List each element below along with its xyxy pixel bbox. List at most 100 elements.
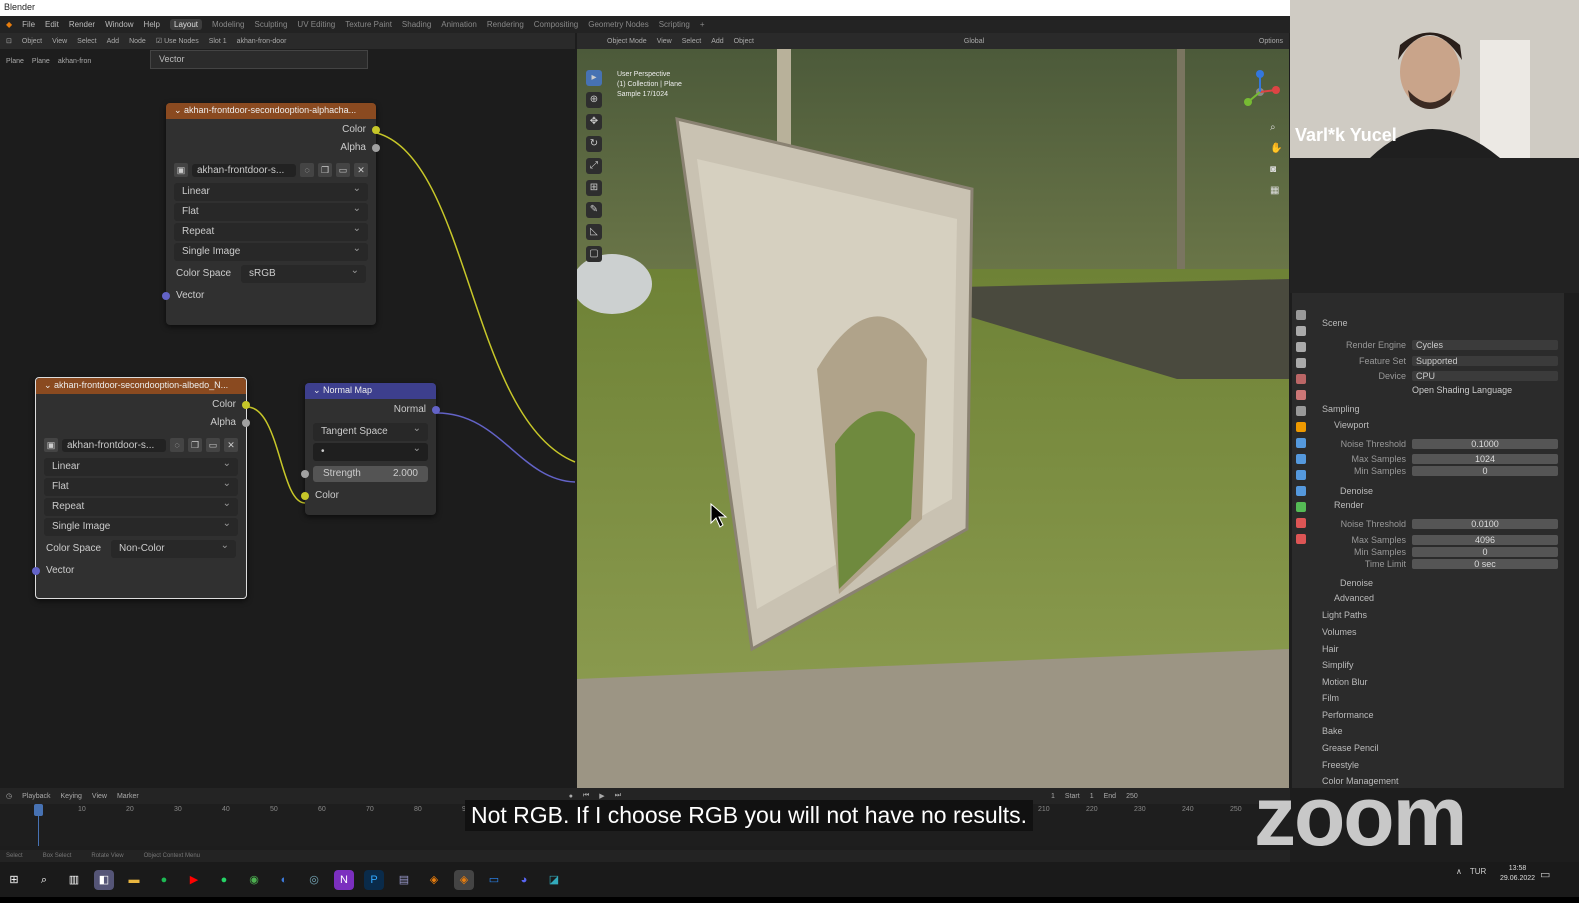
image-name-field[interactable]: akhan-frontdoor-s...: [62, 438, 166, 452]
mode-select[interactable]: Object Mode: [607, 38, 647, 45]
youtube-icon[interactable]: ▶: [184, 870, 204, 890]
zoom-icon[interactable]: ⌕: [1270, 122, 1282, 133]
add-cube-tool-icon[interactable]: ▢: [586, 246, 602, 262]
blender-icon[interactable]: ◈: [424, 870, 444, 890]
collection-tab-icon[interactable]: [1296, 406, 1306, 416]
fake-user-icon[interactable]: ◌: [170, 438, 184, 452]
strength-input-socket[interactable]: [301, 470, 309, 478]
tool-tab-icon[interactable]: [1296, 310, 1306, 320]
close-icon[interactable]: ✕: [354, 163, 368, 177]
ortho-grid-icon[interactable]: ▦: [1270, 185, 1282, 196]
scale-tool-icon[interactable]: ⤢: [586, 158, 602, 174]
file-explorer-icon[interactable]: ▬: [124, 870, 144, 890]
discord-icon[interactable]: ◕: [514, 870, 534, 890]
timeline-editor-icon[interactable]: ◷: [6, 792, 12, 800]
render-engine-select[interactable]: Cycles: [1412, 340, 1558, 350]
search-icon[interactable]: ⌕: [34, 870, 54, 890]
vp-denoise-subsection[interactable]: Denoise: [1340, 486, 1373, 496]
3d-viewport[interactable]: [577, 49, 1289, 788]
pan-hand-icon[interactable]: ✋: [1270, 143, 1282, 154]
move-tool-icon[interactable]: ✥: [586, 114, 602, 130]
render-subsection[interactable]: Render: [1334, 500, 1364, 510]
tab-geometry-nodes[interactable]: Geometry Nodes: [588, 20, 648, 29]
section-hair[interactable]: Hair: [1322, 644, 1339, 654]
options-button[interactable]: Options: [1259, 38, 1283, 45]
section-motion-blur[interactable]: Motion Blur: [1322, 677, 1368, 687]
spotify-icon[interactable]: ●: [154, 870, 174, 890]
image-texture-node-alpha[interactable]: ⌄ akhan-frontdoor-secondooption-alphacha…: [162, 103, 380, 325]
source-dropdown[interactable]: Single Image: [174, 240, 368, 261]
vector-input-socket[interactable]: [32, 567, 40, 575]
start-frame-field[interactable]: 1: [1090, 793, 1094, 800]
data-tab-icon[interactable]: [1296, 502, 1306, 512]
menu-keying[interactable]: Keying: [61, 793, 82, 800]
alpha-output-socket[interactable]: [372, 144, 380, 152]
edge-icon[interactable]: ◐: [274, 870, 294, 890]
menu-view[interactable]: View: [92, 793, 107, 800]
r-max-samples-field[interactable]: 4096: [1412, 535, 1558, 545]
strength-slider[interactable]: Strength 2.000: [313, 466, 428, 482]
section-bake[interactable]: Bake: [1322, 726, 1343, 736]
menu-view[interactable]: View: [657, 38, 672, 45]
whatsapp-icon[interactable]: ●: [214, 870, 234, 890]
vp-noise-threshold-field[interactable]: 0.1000: [1412, 439, 1558, 449]
physics-tab-icon[interactable]: [1296, 470, 1306, 480]
rotate-tool-icon[interactable]: ↻: [586, 136, 602, 152]
tab-scripting[interactable]: Scripting: [659, 20, 690, 29]
duplicate-icon[interactable]: ❐: [188, 438, 202, 452]
menu-object[interactable]: Object: [734, 38, 754, 45]
interpolation-dropdown[interactable]: Linear: [174, 180, 368, 201]
section-film[interactable]: Film: [1322, 693, 1339, 703]
device-select[interactable]: CPU: [1412, 371, 1558, 381]
osl-checkbox[interactable]: Open Shading Language: [1412, 385, 1512, 395]
r-min-samples-field[interactable]: 0: [1412, 547, 1558, 557]
windows-start-icon[interactable]: ⊞: [4, 870, 24, 890]
blender-active-icon[interactable]: ◈: [454, 869, 474, 890]
current-frame-field[interactable]: 1: [1051, 793, 1055, 800]
notification-icon[interactable]: ▭: [1540, 868, 1550, 881]
output-tab-icon[interactable]: [1296, 342, 1306, 352]
app-icon[interactable]: ◧: [94, 869, 114, 890]
view-layer-tab-icon[interactable]: [1296, 358, 1306, 368]
extension-dropdown[interactable]: Repeat: [174, 220, 368, 241]
interpolation-dropdown[interactable]: Linear: [44, 455, 238, 476]
image-browse-icon[interactable]: ▣: [174, 163, 188, 177]
sampling-section[interactable]: Sampling: [1322, 404, 1360, 414]
constraints-tab-icon[interactable]: [1296, 486, 1306, 496]
section-grease-pencil[interactable]: Grease Pencil: [1322, 743, 1379, 753]
node-header[interactable]: ⌄ akhan-frontdoor-secondooption-alphacha…: [166, 103, 376, 119]
menu-playback[interactable]: Playback: [22, 793, 50, 800]
app-icon[interactable]: ▤: [394, 870, 414, 890]
open-folder-icon[interactable]: ▭: [336, 163, 350, 177]
color-space-dropdown[interactable]: sRGB: [241, 262, 366, 283]
normal-output-socket[interactable]: [432, 406, 440, 414]
photoshop-icon[interactable]: P: [364, 869, 384, 890]
vp-min-samples-field[interactable]: 0: [1412, 466, 1558, 476]
zoom-icon[interactable]: ▭: [484, 870, 504, 890]
world-tab-icon[interactable]: [1296, 390, 1306, 400]
jump-end-icon[interactable]: ⏭: [615, 792, 621, 800]
time-limit-field[interactable]: 0 sec: [1412, 559, 1558, 569]
viewport-subsection[interactable]: Viewport: [1334, 420, 1369, 430]
fake-user-icon[interactable]: ◌: [300, 163, 314, 177]
cursor-tool-icon[interactable]: ⊕: [586, 92, 602, 108]
normal-map-node[interactable]: ⌄ Normal Map Normal Tangent Space • Stre…: [301, 383, 440, 515]
image-browse-icon[interactable]: ▣: [44, 438, 58, 452]
color-space-dropdown[interactable]: Non-Color: [111, 537, 236, 558]
add-workspace-button[interactable]: +: [700, 20, 705, 29]
play-icon[interactable]: ▶: [599, 792, 604, 800]
space-dropdown[interactable]: Tangent Space: [313, 420, 428, 441]
menu-select[interactable]: Select: [682, 38, 701, 45]
particles-tab-icon[interactable]: [1296, 454, 1306, 464]
annotate-tool-icon[interactable]: ✎: [586, 202, 602, 218]
menu-marker[interactable]: Marker: [117, 793, 139, 800]
transform-tool-icon[interactable]: ⊞: [586, 180, 602, 196]
projection-dropdown[interactable]: Flat: [174, 200, 368, 221]
section-volumes[interactable]: Volumes: [1322, 627, 1357, 637]
section-light-paths[interactable]: Light Paths: [1322, 610, 1367, 620]
node-header[interactable]: ⌄ akhan-frontdoor-secondooption-albedo_N…: [36, 378, 246, 394]
texture-tab-icon[interactable]: [1296, 534, 1306, 544]
color-output-socket[interactable]: [242, 401, 250, 409]
color-output-socket[interactable]: [372, 126, 380, 134]
feature-set-select[interactable]: Supported: [1412, 356, 1558, 366]
